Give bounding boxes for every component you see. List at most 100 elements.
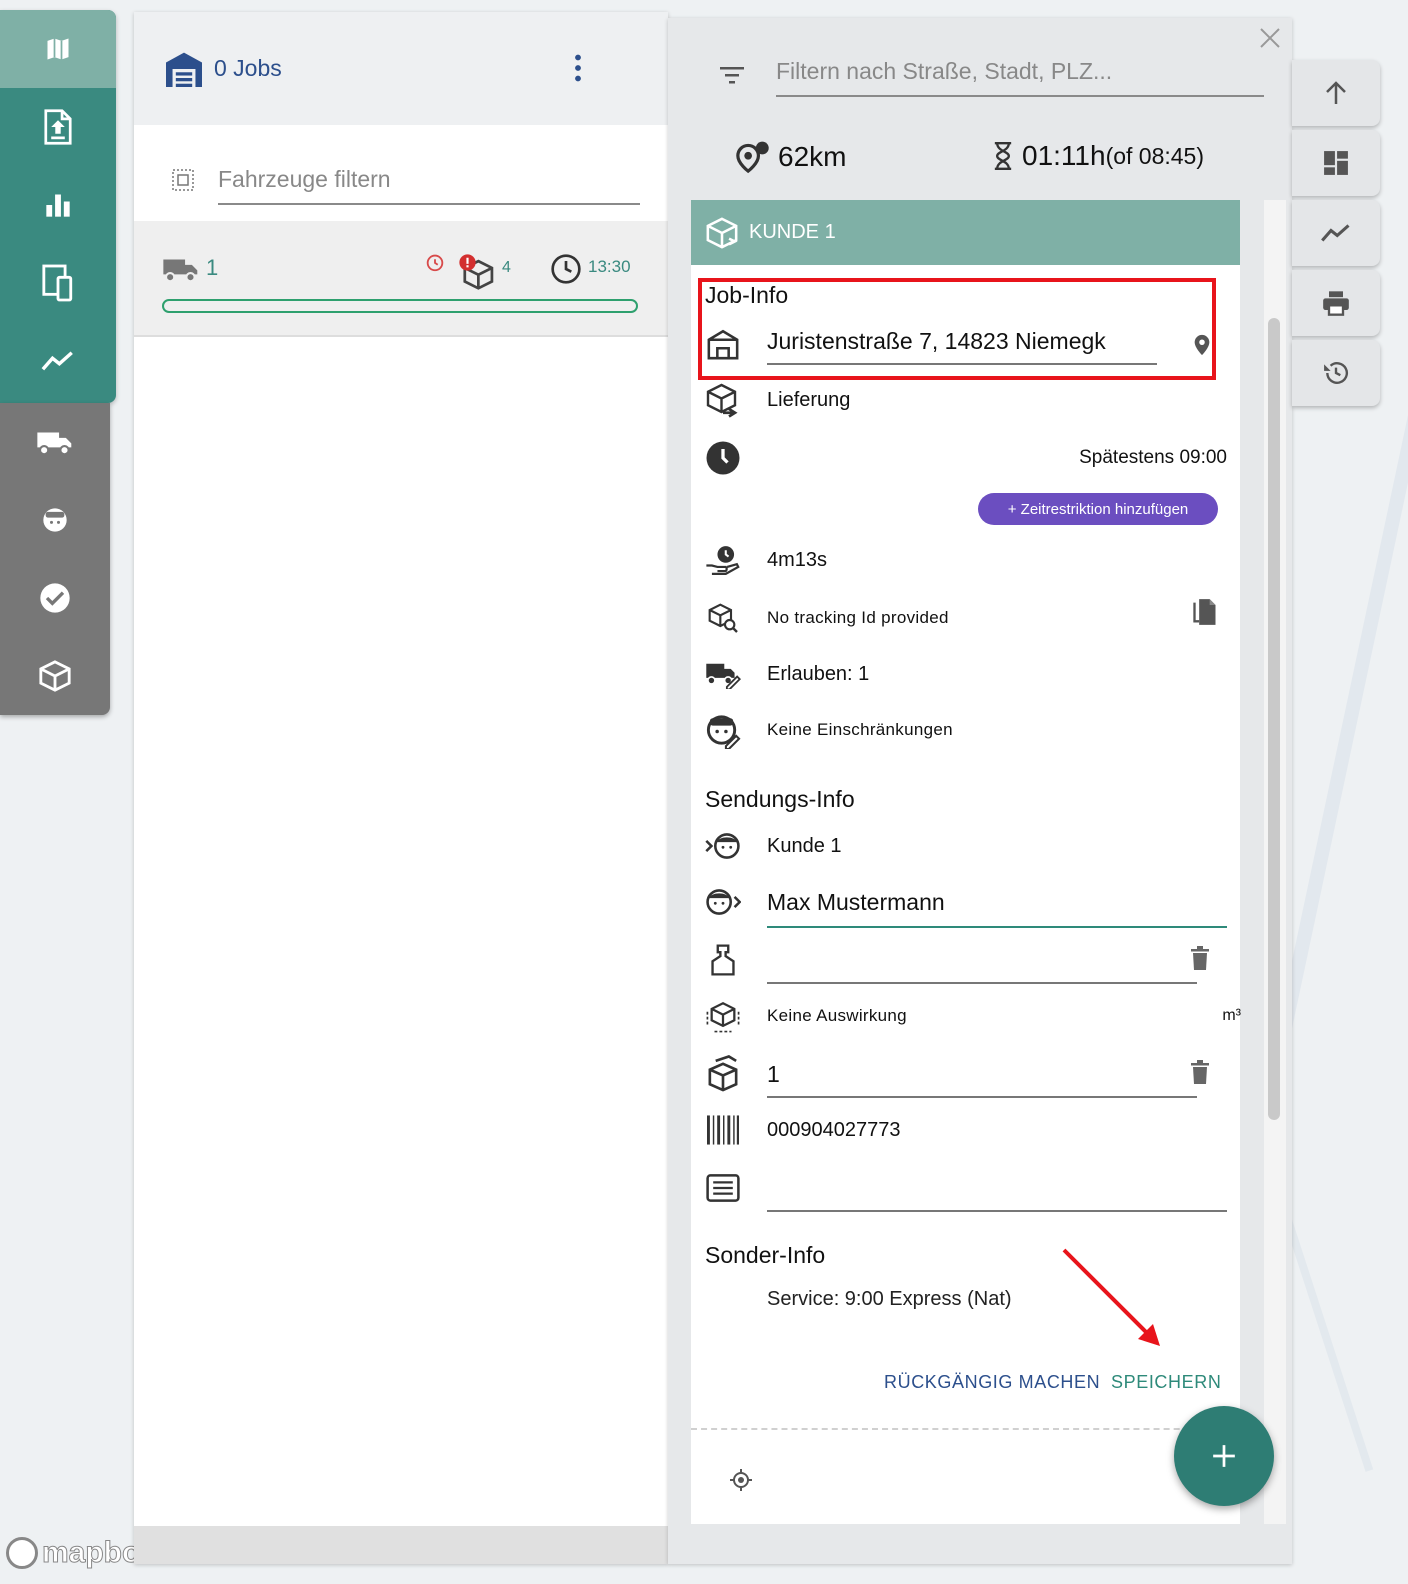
secondary-nav	[0, 403, 110, 715]
tool-dashboard[interactable]	[1292, 130, 1380, 196]
trend-line-icon	[1321, 224, 1350, 242]
driver-restrictions: Keine Einschränkungen	[767, 720, 953, 739]
vehicle-progress-bar	[162, 299, 638, 313]
vehicle-filter-input[interactable]: Fahrzeuge filtern	[218, 166, 640, 205]
packages-icon	[708, 1055, 738, 1092]
nav-map[interactable]	[0, 10, 116, 88]
save-button[interactable]: SPEICHERN	[1111, 1372, 1221, 1393]
barcode-value: 000904027773	[767, 1118, 901, 1141]
map-tools	[1292, 60, 1380, 410]
service-time: 4m13s	[767, 548, 828, 571]
check-circle-icon	[40, 583, 70, 613]
nav-completed[interactable]	[0, 559, 110, 637]
clock-filled-icon	[706, 441, 740, 475]
shipment-info-heading: Sendungs-Info	[705, 786, 855, 812]
tool-print[interactable]	[1292, 270, 1380, 336]
undo-button[interactable]: RÜCKGÄNGIG MACHEN	[884, 1372, 1100, 1393]
package-delivery-icon	[706, 383, 738, 418]
address-field[interactable]: Juristenstraße 7, 14823 Niemegk	[767, 328, 1106, 355]
nav-drivers[interactable]	[0, 481, 110, 559]
nav-packages[interactable]	[0, 637, 110, 715]
history-icon	[1324, 362, 1349, 384]
sender-icon	[705, 833, 740, 859]
recipient-row: Max Mustermann	[705, 880, 1227, 924]
devices-icon	[42, 264, 73, 302]
notes-icon	[706, 1174, 740, 1202]
hourglass-icon	[994, 142, 1012, 170]
package-count: 4	[502, 259, 511, 276]
package-icon	[39, 660, 71, 692]
map-icon	[47, 38, 69, 60]
duration-value: 01:11h	[1022, 140, 1106, 171]
job-type-row: Lieferung	[705, 378, 1227, 422]
duration-total: (of 08:45)	[1105, 142, 1205, 169]
nav-devices[interactable]	[0, 244, 116, 322]
truck-edit-icon	[706, 663, 741, 689]
vehicle-row[interactable]: 1 4 13:30	[134, 221, 668, 337]
arrow-up-icon	[1326, 81, 1346, 104]
packages-input[interactable]: 1	[767, 1061, 780, 1088]
barcode-row: 000904027773	[705, 1108, 1227, 1152]
warehouse-icon	[166, 52, 202, 87]
card-divider	[691, 1428, 1240, 1430]
packages-row: 1	[705, 1052, 1227, 1096]
add-time-restriction-button[interactable]: + Zeitrestriktion hinzufügen	[978, 493, 1218, 525]
delete-icon[interactable]	[1191, 1060, 1209, 1084]
weight-icon	[711, 944, 735, 976]
driver-edit-icon	[706, 715, 741, 749]
nav-statistics[interactable]	[0, 166, 116, 244]
tool-history[interactable]	[1292, 340, 1380, 406]
tracking-row: No tracking Id provided	[705, 596, 1227, 640]
sender-row: Kunde 1	[705, 824, 1227, 868]
copy-icon[interactable]	[1193, 598, 1217, 626]
route-stats: 62km 01:11h (of 08:45)	[734, 140, 1224, 180]
vehicle-filter: Fahrzeuge filtern	[134, 125, 668, 221]
tool-scroll-up[interactable]	[1292, 60, 1380, 126]
special-service: Service: 9:00 Express (Nat)	[767, 1288, 1012, 1310]
job-detail-panel: Filtern nach Straße, Stadt, PLZ... 62km …	[668, 18, 1292, 1564]
job-filter-input[interactable]: Filtern nach Straße, Stadt, PLZ...	[776, 58, 1264, 97]
job-type: Lieferung	[767, 388, 851, 411]
package-warning-icon	[459, 254, 494, 290]
service-time-row: 4m13s	[705, 538, 1227, 582]
crosshair-icon[interactable]	[729, 1468, 753, 1492]
job-info-heading: Job-Info	[705, 282, 789, 308]
select-all-icon	[172, 169, 194, 191]
truck-icon	[163, 259, 198, 283]
vehicles-allowed: Erlauben: 1	[767, 662, 870, 685]
recipient-icon	[706, 889, 741, 915]
nav-analytics[interactable]	[0, 322, 116, 400]
location-pin-icon[interactable]	[1193, 334, 1211, 356]
weight-underline	[767, 982, 1197, 984]
delete-icon[interactable]	[1191, 946, 1209, 970]
tracking-id: No tracking Id provided	[767, 608, 949, 627]
address-row: Juristenstraße 7, 14823 Niemegk	[705, 322, 1227, 366]
nav-vehicles[interactable]	[0, 403, 110, 481]
vehicles-footer	[134, 1526, 668, 1564]
alarm-icon	[426, 254, 444, 272]
volume-impact: Keine Auswirkung	[767, 1006, 907, 1025]
weight-row	[705, 938, 1227, 982]
truck-icon	[37, 432, 72, 456]
address-underline	[767, 363, 1157, 365]
duration-stat: 01:11h (of 08:45)	[992, 140, 1204, 172]
close-icon[interactable]	[1258, 26, 1282, 50]
print-icon	[1323, 291, 1349, 316]
package-icon	[706, 216, 738, 249]
add-job-fab[interactable]	[1174, 1406, 1274, 1506]
volume-row: Keine Auswirkung m³	[705, 994, 1241, 1038]
more-vert-icon[interactable]	[574, 54, 582, 82]
package-search-icon	[708, 603, 738, 633]
filter-list-icon	[720, 67, 744, 84]
nav-upload[interactable]	[0, 88, 116, 166]
vehicle-time: 13:30	[588, 257, 631, 276]
jobs-count[interactable]: 0 Jobs	[214, 55, 282, 82]
time-window-row: Spätestens 09:00	[705, 436, 1227, 480]
recipient-underline	[767, 926, 1227, 928]
packages-underline	[767, 1096, 1197, 1098]
tool-analytics[interactable]	[1292, 200, 1380, 266]
volume-icon	[706, 1001, 740, 1033]
file-upload-icon	[44, 109, 72, 145]
recipient-name-input[interactable]: Max Mustermann	[767, 889, 945, 916]
scrollbar-thumb[interactable]	[1268, 318, 1280, 1120]
